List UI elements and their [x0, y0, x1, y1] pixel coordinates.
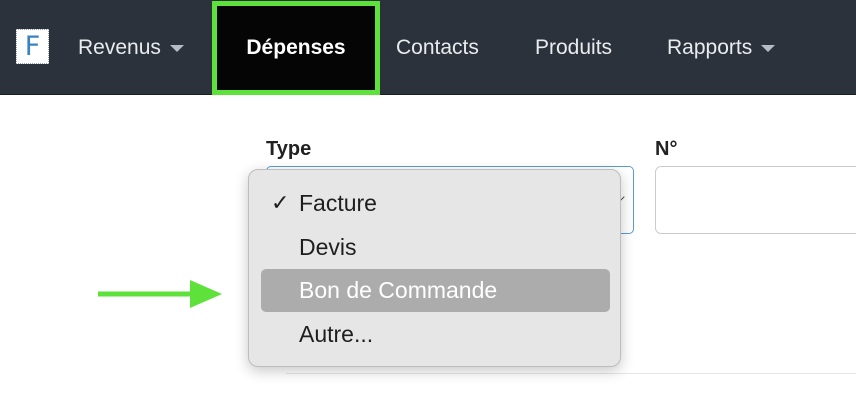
dropdown-option-autre[interactable]: Autre...: [261, 313, 610, 356]
dropdown-option-bon-de-commande[interactable]: Bon de Commande: [261, 269, 610, 312]
dropdown-option-facture[interactable]: ✓ Facture: [261, 182, 610, 225]
nav-item-label: Produits: [535, 36, 613, 59]
nav-item-label: Revenus: [78, 36, 161, 59]
label-mask: [325, 141, 385, 161]
type-dropdown-menu: ✓ Facture Devis Bon de Commande Autre...: [248, 169, 621, 367]
nav-item-contacts[interactable]: Contacts: [396, 0, 479, 95]
nav-item-revenus[interactable]: Revenus: [78, 0, 184, 95]
checkmark-icon: ✓: [271, 191, 290, 216]
option-label: Autre...: [299, 321, 374, 347]
nav-item-label: Dépenses: [246, 36, 346, 59]
nav-item-label: Contacts: [396, 36, 479, 59]
divider: [286, 373, 856, 374]
dropdown-option-devis[interactable]: Devis: [261, 226, 610, 269]
nav-item-depenses[interactable]: Dépenses: [212, 1, 380, 95]
pointer-arrow-icon: [98, 280, 222, 308]
caret-down-icon: [169, 45, 184, 52]
number-label: N°: [655, 138, 678, 160]
option-label: Devis: [299, 234, 357, 260]
option-label: Bon de Commande: [299, 277, 498, 303]
top-navbar: F Revenus Dépenses Contacts Produits Rap…: [0, 0, 856, 95]
nav-item-label: Rapports: [667, 36, 753, 59]
type-label: Type: [266, 138, 312, 160]
caret-down-icon: [761, 45, 776, 52]
number-input[interactable]: [655, 166, 856, 234]
nav-item-rapports[interactable]: Rapports: [667, 0, 776, 95]
option-label: Facture: [299, 190, 377, 216]
nav-item-produits[interactable]: Produits: [535, 0, 612, 95]
app-logo[interactable]: F: [16, 29, 49, 64]
